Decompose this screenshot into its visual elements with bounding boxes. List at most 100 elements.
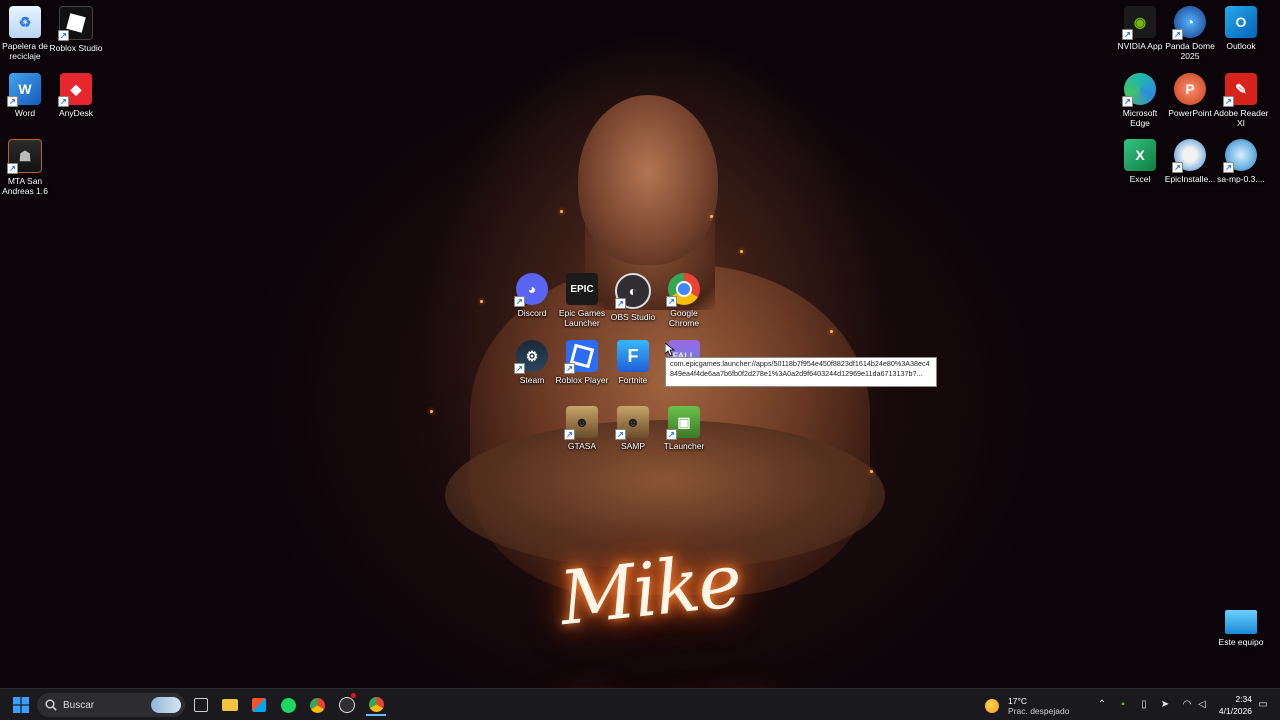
- wallpaper-spark: [710, 215, 713, 218]
- wifi-icon[interactable]: ◠: [1180, 697, 1194, 713]
- desktop-icon-excel[interactable]: X Excel: [1112, 139, 1168, 184]
- adobe-reader-icon: ✎ ↗: [1223, 73, 1257, 107]
- desktop-icon-label: SAMP: [620, 441, 646, 451]
- gtasa-icon: ☻ ↗: [564, 406, 598, 440]
- taskbar-chrome-profile[interactable]: [366, 694, 386, 716]
- taskbar-file-explorer[interactable]: [220, 694, 240, 716]
- epic-installer-icon: ↗: [1172, 139, 1206, 173]
- desktop-icon-label: AnyDesk: [58, 108, 93, 118]
- desktop-icon-anydesk[interactable]: ◆ ↗ AnyDesk: [48, 73, 104, 118]
- desktop-icon-epic-installer[interactable]: ↗ EpicInstalle...: [1162, 139, 1218, 184]
- search-input[interactable]: Buscar: [37, 693, 185, 717]
- desktop-icon-recycle-bin[interactable]: ♻ Papelera de reciclaje: [0, 6, 53, 61]
- edge-icon: ↗: [1122, 73, 1156, 107]
- desktop-icon-gtasa[interactable]: ☻ ↗ GTASA: [554, 406, 610, 451]
- weather-icon: [985, 699, 999, 713]
- obs-icon: [339, 697, 355, 713]
- weather-widget[interactable]: 17°C Prac. despejado: [985, 693, 1069, 719]
- desktop-icon-nvidia[interactable]: ◉ ↗ NVIDIA App: [1112, 6, 1168, 51]
- taskbar-spotify[interactable]: [278, 694, 298, 716]
- desktop-icon-label: Microsoft Edge: [1122, 108, 1158, 128]
- this-pc-icon: [1225, 610, 1257, 634]
- usb-tray-icon[interactable]: ▯: [1137, 697, 1151, 713]
- recording-badge: [351, 693, 356, 698]
- nvidia-icon: ◉ ↗: [1122, 6, 1156, 40]
- desktop-icon-samp[interactable]: ☻ ↗ SAMP: [605, 406, 661, 451]
- desktop-icon-tlauncher[interactable]: ▣ ↗ TLauncher: [656, 406, 712, 451]
- desktop-icon-edge[interactable]: ↗ Microsoft Edge: [1112, 73, 1168, 128]
- chrome-icon: [309, 697, 325, 713]
- desktop-icon-steam[interactable]: ⚙ ↗ Steam: [504, 340, 560, 385]
- anydesk-icon: ◆ ↗: [58, 73, 92, 107]
- taskbar-obs[interactable]: [337, 693, 357, 716]
- desktop-icon-fortnite[interactable]: F Fortnite: [605, 340, 661, 385]
- desktop-icon-label: Roblox Player: [555, 375, 609, 385]
- desktop-icon-obs[interactable]: ◐ ↗ OBS Studio: [605, 273, 661, 322]
- chrome-icon: [368, 696, 384, 712]
- desktop-icon-word[interactable]: W ↗ Word: [0, 73, 53, 118]
- desktop-icon-adobe-reader[interactable]: ✎ ↗ Adobe Reader XI: [1213, 73, 1269, 128]
- desktop-icon-label: GTASA: [567, 441, 597, 451]
- desktop-icon-label: TLauncher: [663, 441, 705, 451]
- wallpaper-spark: [870, 470, 873, 473]
- taskbar: Buscar 17°C Prac. despejado ⌃ ▪ ▯ ➤ ◠ ◁ …: [0, 688, 1280, 720]
- desktop-icon-mta[interactable]: ☗ ↗ MTA San Andreas 1.6: [0, 139, 53, 196]
- tray-overflow-icon[interactable]: ⌃: [1095, 697, 1109, 713]
- epic-games-icon: EPIC: [566, 273, 598, 305]
- roblox-studio-icon: ↗: [58, 6, 93, 41]
- desktop-icon-outlook[interactable]: O Outlook: [1213, 6, 1269, 51]
- desktop-icon-label: Excel: [1129, 174, 1151, 184]
- desktop-icon-label: Roblox Studio: [49, 43, 103, 53]
- discord-icon: ◕ ↗: [514, 273, 548, 307]
- desktop-icon-label: Este equipo: [1218, 637, 1264, 647]
- wallpaper-spark: [830, 330, 833, 333]
- desktop-icon-label: Fortnite: [618, 375, 648, 385]
- wallpaper-spark: [430, 410, 433, 413]
- desktop-icon-samp-installer[interactable]: ↗ sa-mp-0.3....: [1213, 139, 1269, 184]
- desktop-icon-label: OBS Studio: [610, 312, 656, 322]
- desktop-icon-discord[interactable]: ◕ ↗ Discord: [504, 273, 560, 318]
- taskbar-store[interactable]: [249, 694, 269, 716]
- weather-temp: 17°C: [1008, 696, 1027, 706]
- desktop-icon-label: MTA San Andreas 1.6: [2, 176, 48, 196]
- desktop-icon-label: Panda Dome 2025: [1165, 41, 1215, 61]
- desktop-icon-chrome[interactable]: ↗ Google Chrome: [656, 273, 712, 328]
- icon-tooltip: com.epicgames.launcher://apps/50118b7f95…: [665, 357, 937, 387]
- fortnite-icon: F: [617, 340, 649, 372]
- desktop-icon-label: sa-mp-0.3....: [1217, 174, 1265, 184]
- desktop-icon-this-pc[interactable]: Este equipo: [1213, 606, 1269, 647]
- desktop-icon-roblox-player[interactable]: ↗ Roblox Player: [554, 340, 610, 385]
- nvidia-tray-icon[interactable]: ▪: [1116, 697, 1130, 713]
- wallpaper-head: [578, 95, 718, 265]
- obs-icon: ◐ ↗: [615, 273, 651, 309]
- store-icon: [252, 698, 266, 712]
- task-view-icon: [194, 698, 208, 712]
- samp-icon: ☻ ↗: [615, 406, 649, 440]
- desktop-icon-label: Word: [14, 108, 36, 118]
- powerpoint-icon: P: [1174, 73, 1206, 105]
- wallpaper-spark: [560, 210, 563, 213]
- notification-icon[interactable]: ▭: [1256, 697, 1270, 713]
- desktop-icon-powerpoint[interactable]: P PowerPoint: [1162, 73, 1218, 118]
- task-view-button[interactable]: [192, 694, 210, 716]
- desktop-icon-label: EpicInstalle...: [1164, 174, 1216, 184]
- desktop-icon-label: Papelera de reciclaje: [2, 41, 48, 61]
- tlauncher-icon: ▣ ↗: [666, 406, 700, 440]
- location-tray-icon[interactable]: ➤: [1158, 697, 1172, 713]
- weather-desc: Prac. despejado: [1008, 706, 1070, 716]
- desktop-icon-roblox-studio[interactable]: ↗ Roblox Studio: [48, 6, 104, 53]
- mouse-cursor-icon: [665, 343, 675, 357]
- wallpaper-spark: [740, 250, 743, 253]
- samp-installer-icon: ↗: [1223, 139, 1257, 173]
- search-icon: [45, 699, 57, 711]
- search-highlight-icon: [151, 697, 181, 713]
- recycle-bin-icon: ♻: [9, 6, 41, 38]
- start-button[interactable]: [10, 694, 32, 716]
- desktop-icon-epic-games[interactable]: EPIC Epic Games Launcher: [554, 273, 610, 328]
- spotify-icon: [280, 697, 296, 713]
- desktop[interactable]: Mike Tyson ♻ Papelera de reciclaje ↗ Rob…: [0, 0, 1280, 688]
- word-icon: W ↗: [7, 73, 41, 107]
- clock[interactable]: 2:34 4/1/2026: [1206, 693, 1252, 717]
- desktop-icon-panda-dome[interactable]: ◔ ↗ Panda Dome 2025: [1162, 6, 1218, 61]
- taskbar-chrome[interactable]: [307, 694, 327, 716]
